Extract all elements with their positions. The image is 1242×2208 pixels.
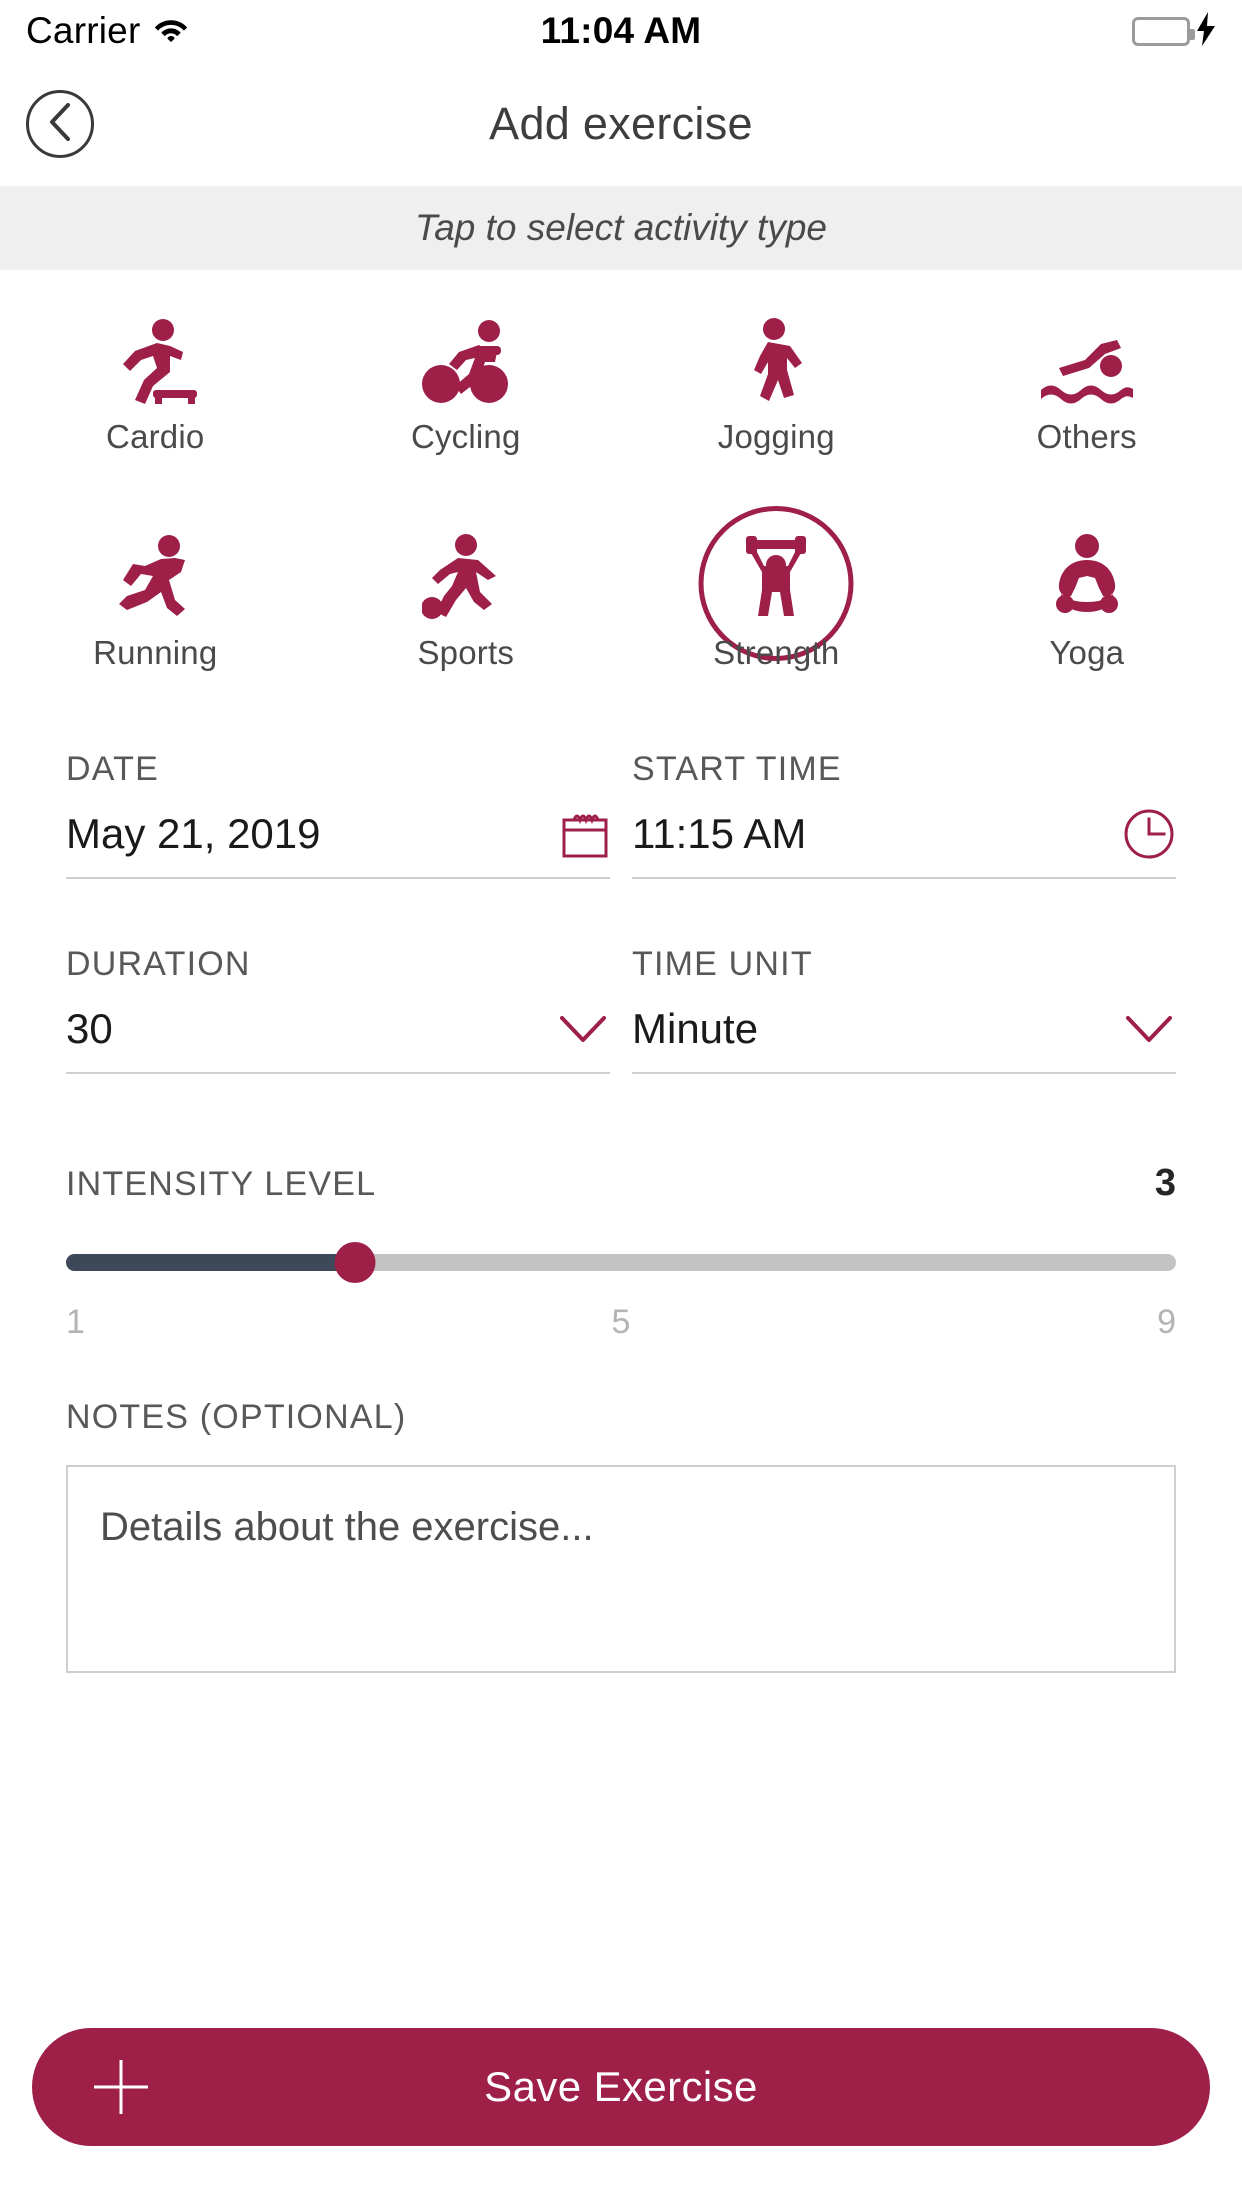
slider-fill [66,1254,355,1271]
time-unit-label: TIME UNIT [632,945,813,983]
activity-cycling[interactable]: Cycling [311,318,622,490]
back-button[interactable] [26,90,94,158]
activity-others[interactable]: Others [932,318,1242,490]
chevron-left-icon [47,102,73,146]
activity-label: Others [1036,418,1137,455]
duration-unit-row: DURATION 30 TIME UNIT Minute [66,945,1176,1074]
activity-yoga[interactable]: Yoga [932,534,1242,706]
activity-type-grid: Cardio Cycling Jogging Others Running Sp… [0,270,1242,706]
start-time-value: 11:15 AM [632,810,807,857]
start-time-field: START TIME 11:15 AM [632,750,1176,879]
plus-icon [90,2056,152,2118]
activity-label: Yoga [1049,634,1125,671]
intensity-slider[interactable] [66,1242,1176,1283]
duration-label: DURATION [66,945,251,983]
form-row-spacer [66,879,1176,945]
cycling-icon [421,318,511,404]
duration-field: DURATION 30 [66,945,610,1074]
carrier-label: Carrier [26,10,141,51]
date-time-row: DATE May 21, 2019 START TIME 11:15 AM [66,750,1176,879]
activity-running[interactable]: Running [0,534,311,706]
activity-label: Strength [713,634,840,671]
clock-icon[interactable] [1122,807,1176,861]
notes-input[interactable]: Details about the exercise... [66,1465,1176,1673]
activity-cardio[interactable]: Cardio [0,318,311,490]
yoga-lotus-icon [1047,534,1127,620]
scale-mid: 5 [611,1303,631,1341]
intensity-scale: 1 5 9 [66,1303,1176,1342]
intensity-section: INTENSITY LEVEL 3 1 5 9 [0,1074,1242,1342]
activity-label: Running [93,634,218,671]
wifi-icon [154,16,188,47]
date-label: DATE [66,750,159,788]
jogging-icon [744,318,808,404]
time-unit-input[interactable]: Minute [632,1002,1176,1074]
activity-strength[interactable]: Strength [621,506,932,706]
weightlifting-icon [734,534,818,620]
slider-thumb[interactable] [334,1242,376,1283]
status-bar: Carrier 11:04 AM [0,0,1242,62]
notes-placeholder: Details about the exercise... [100,1505,594,1549]
activity-row-1: Cardio Cycling Jogging Others [0,318,1242,490]
activity-label: Cycling [410,418,521,455]
save-button-container: Save Exercise [0,2028,1242,2146]
notes-section: NOTES (OPTIONAL) Details about the exerc… [0,1342,1242,1673]
save-button-label: Save Exercise [484,2063,758,2110]
status-bar-right [1132,11,1216,51]
duration-value: 30 [66,1005,113,1052]
activity-jogging[interactable]: Jogging [621,318,932,490]
calendar-icon[interactable] [560,808,610,860]
date-field: DATE May 21, 2019 [66,750,610,879]
status-bar-left: Carrier [26,10,188,52]
activity-sports[interactable]: Sports [311,534,622,706]
chevron-down-icon[interactable] [556,1012,610,1046]
sports-soccer-icon [421,534,510,620]
date-value: May 21, 2019 [66,810,321,857]
running-icon [111,534,199,620]
add-exercise-screen: Carrier 11:04 AM Add exercise Tap to sel… [0,0,1242,2208]
exercise-form: DATE May 21, 2019 START TIME 11:15 AM DU… [0,706,1242,1074]
intensity-label: INTENSITY LEVEL [66,1165,377,1203]
activity-label: Sports [417,634,515,671]
chevron-down-icon[interactable] [1122,1012,1176,1046]
cardio-step-icon [113,318,198,404]
activity-label: Jogging [717,418,835,455]
intensity-header: INTENSITY LEVEL 3 [66,1162,1176,1205]
activity-label: Cardio [106,418,205,455]
duration-input[interactable]: 30 [66,1002,610,1074]
activity-hint-text: Tap to select activity type [414,207,827,248]
save-exercise-button[interactable]: Save Exercise [32,2028,1210,2146]
activity-row-2: Running Sports Strength Yoga [0,506,1242,706]
intensity-value: 3 [1154,1162,1176,1204]
activity-hint-banner: Tap to select activity type [0,186,1242,270]
start-time-label: START TIME [632,750,842,788]
date-input[interactable]: May 21, 2019 [66,807,610,879]
scale-max: 9 [1157,1303,1176,1341]
battery-icon [1132,16,1195,46]
start-time-input[interactable]: 11:15 AM [632,807,1176,879]
navigation-bar: Add exercise [0,62,1242,186]
swimming-icon [1039,318,1135,404]
time-unit-field: TIME UNIT Minute [632,945,1176,1074]
page-title: Add exercise [489,98,753,149]
time-unit-value: Minute [632,1005,759,1052]
scale-min: 1 [66,1303,85,1341]
notes-label: NOTES (OPTIONAL) [66,1398,407,1436]
lightning-bolt-icon [1196,11,1216,51]
